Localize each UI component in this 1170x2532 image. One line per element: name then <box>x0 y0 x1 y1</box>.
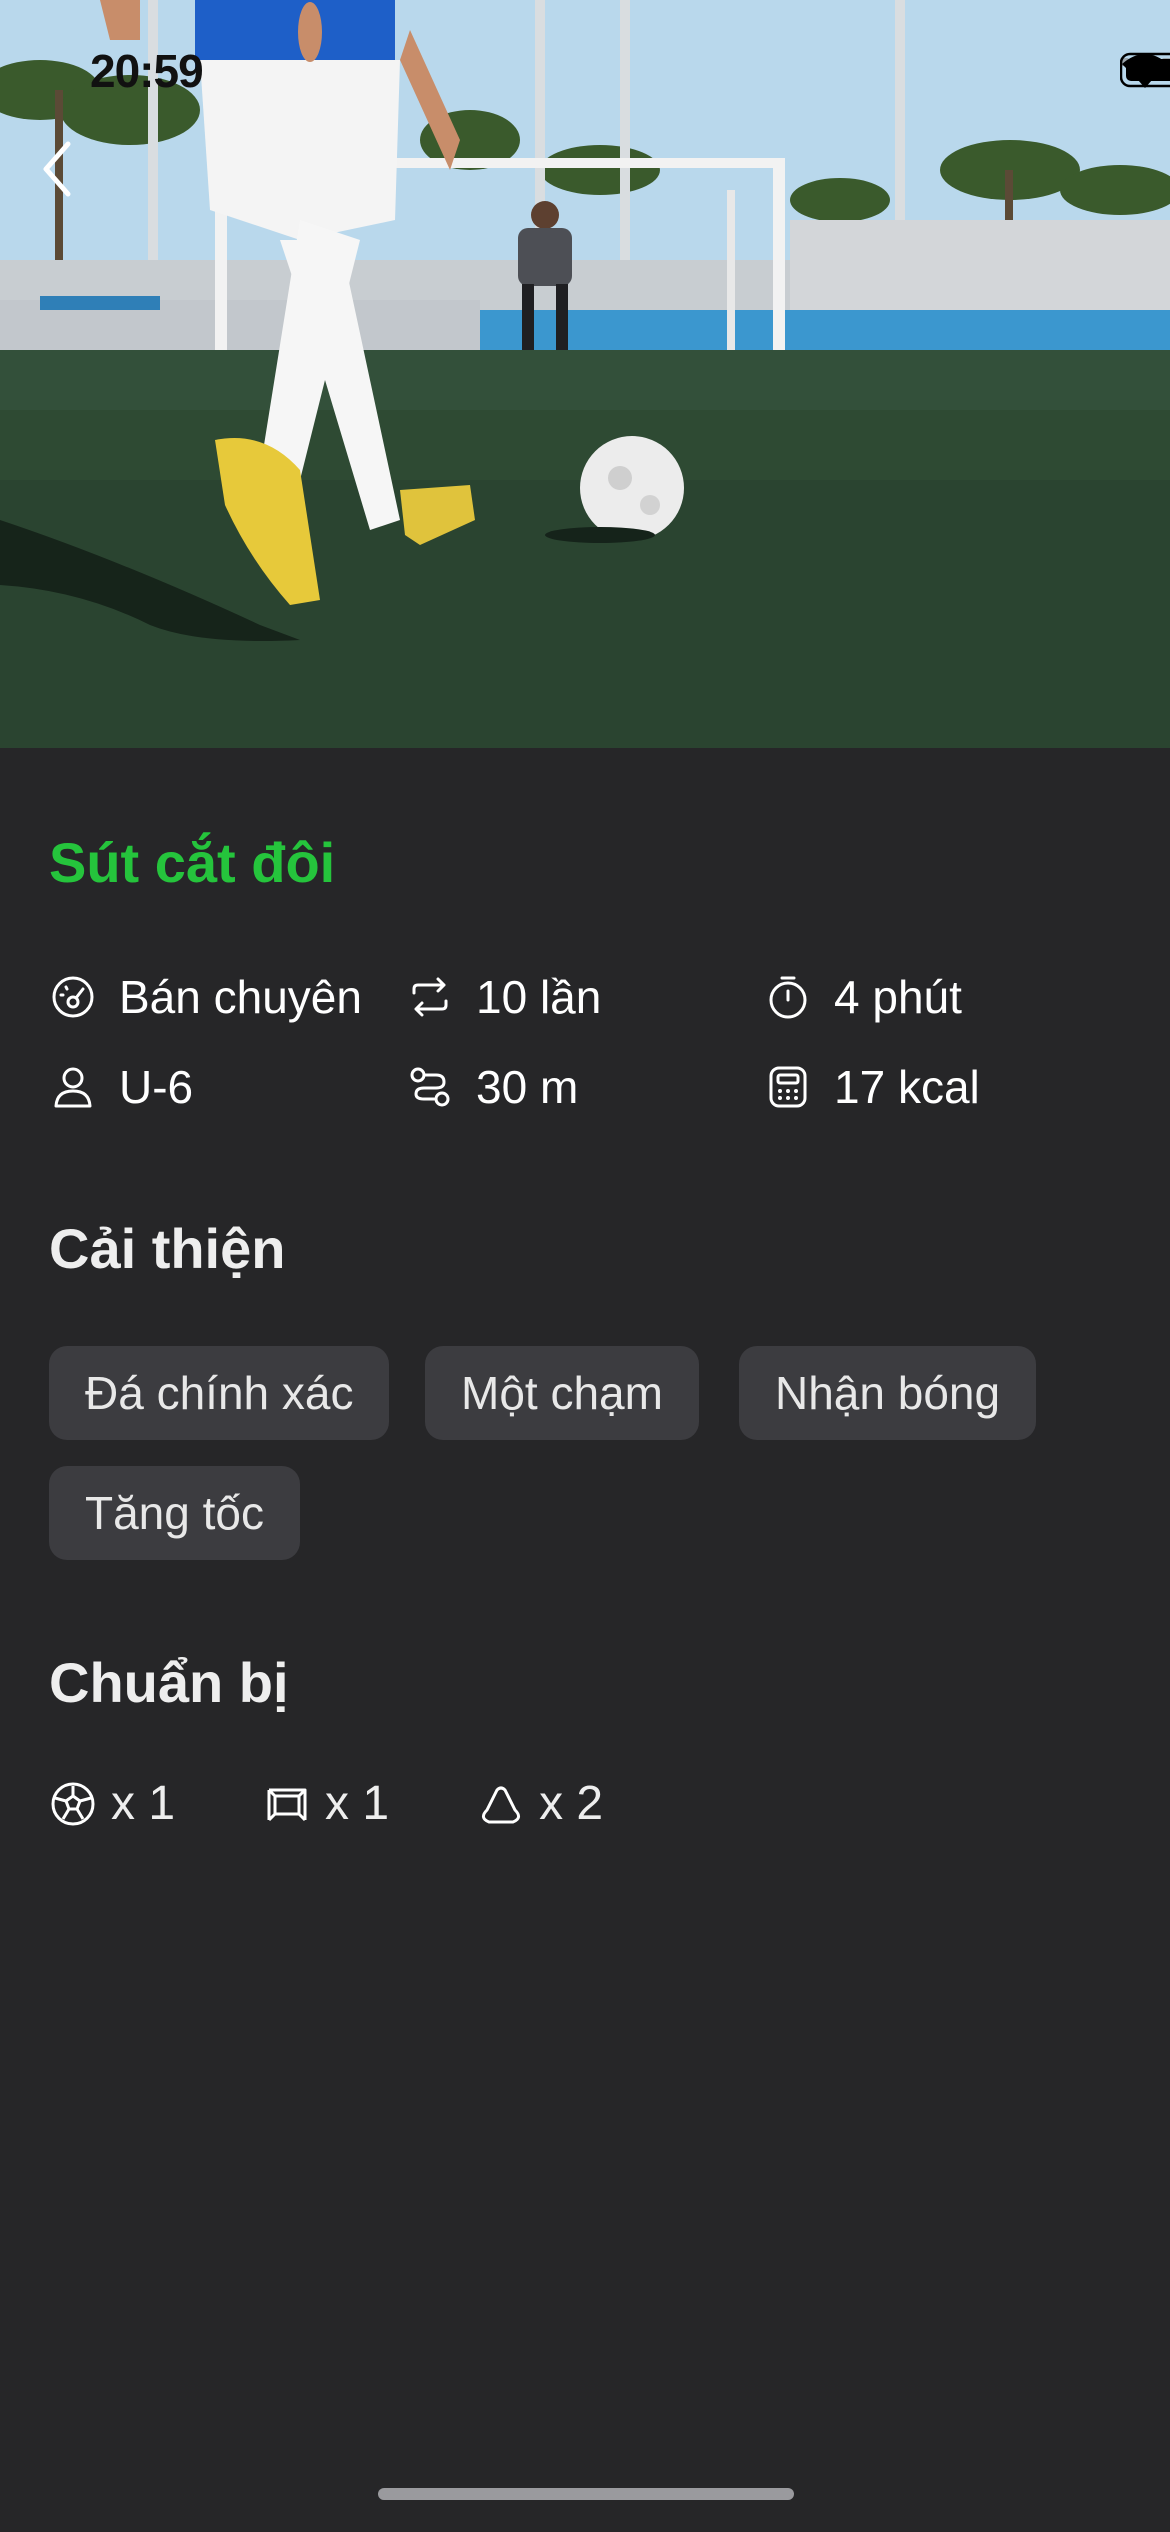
repeat-icon <box>412 977 448 1017</box>
equipment-goal: x 1 <box>263 1776 389 1831</box>
stat-reps-label: 10 lần <box>476 971 602 1023</box>
chip-one-touch[interactable]: Một chạm <box>425 1346 699 1440</box>
goal-icon <box>267 1788 307 1821</box>
equipment-ball-count: x 1 <box>111 1777 176 1830</box>
stat-level-label: Bán chuyên <box>119 971 362 1023</box>
back-button[interactable] <box>40 140 100 220</box>
stat-age-label: U-6 <box>119 1061 194 1113</box>
stat-distance: 30 m <box>406 1060 578 1114</box>
chip-acceleration[interactable]: Tăng tốc <box>49 1466 300 1560</box>
equipment-list: x 1 x 1 x 2 <box>49 1776 691 1831</box>
calculator-icon <box>769 1066 807 1108</box>
user-icon <box>54 1067 92 1108</box>
cone-icon <box>482 1786 521 1823</box>
chip-receiving[interactable]: Nhận bóng <box>739 1346 1037 1440</box>
improve-title: Cải thiện <box>49 1217 286 1280</box>
stat-calories: 17 kcal <box>764 1060 980 1114</box>
route-icon <box>410 1067 450 1107</box>
drill-detail: Sút cắt đôi Bán chuyên 10 lần 4 phút U-6… <box>0 748 1170 2532</box>
equipment-cone: x 2 <box>477 1776 603 1831</box>
chevron-left-icon <box>43 141 71 197</box>
football-training-photo <box>0 0 1170 748</box>
stat-distance-label: 30 m <box>476 1061 579 1113</box>
home-indicator[interactable] <box>378 2488 794 2500</box>
stat-duration: 4 phút <box>764 970 962 1024</box>
level-gauge-icon <box>52 976 94 1018</box>
timer-icon <box>769 976 807 1019</box>
prepare-title: Chuẩn bị <box>49 1651 289 1714</box>
status-time: 20:59 <box>90 45 204 97</box>
equipment-ball: x 1 <box>49 1776 175 1831</box>
equipment-cone-count: x 2 <box>539 1777 604 1830</box>
battery-icon <box>1120 52 1170 88</box>
chip-accuracy[interactable]: Đá chính xác <box>49 1346 390 1440</box>
stat-reps: 10 lần <box>406 970 601 1024</box>
stat-level: Bán chuyên <box>49 970 362 1024</box>
equipment-goal-count: x 1 <box>325 1777 390 1830</box>
stat-duration-label: 4 phút <box>834 971 962 1023</box>
stat-calories-label: 17 kcal <box>834 1061 980 1113</box>
soccer-ball-icon <box>51 1782 95 1825</box>
stat-age: U-6 <box>49 1060 193 1114</box>
drill-title: Sút cắt đôi <box>49 831 336 894</box>
hero-image: 20:59 <box>0 0 1170 748</box>
